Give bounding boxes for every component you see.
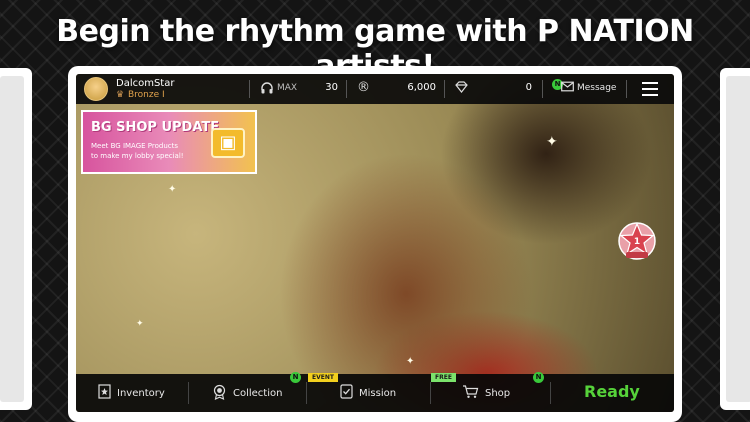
game-lobby-screen: ✦ ✦ ✦ ✦ DalcomStar ♛ Bronze I MAX 30 ® 6… — [76, 74, 674, 412]
collection-button[interactable]: Collection — [212, 374, 282, 412]
svg-text:1: 1 — [634, 237, 640, 247]
collection-icon — [212, 384, 227, 403]
avatar[interactable] — [84, 77, 108, 101]
left-preview-card — [0, 68, 32, 410]
r-coin-value: 6,000 — [407, 82, 436, 93]
mail-icon[interactable] — [561, 81, 574, 95]
message-button[interactable]: Message — [577, 83, 616, 93]
profile-frame-icon: ▣ — [211, 128, 245, 158]
banner-title: BG SHOP UPDATE — [91, 120, 220, 135]
bottom-nav-bar: Inventory Collection N EVENT Mission FRE… — [76, 372, 674, 412]
diamond-icon — [455, 81, 468, 96]
mission-button[interactable]: Mission — [340, 374, 396, 412]
new-badge: N — [533, 372, 544, 383]
free-tag: FREE — [431, 373, 456, 382]
sparkle-icon: ✦ — [168, 184, 177, 195]
inventory-label: Inventory — [117, 387, 165, 399]
r-coin-icon: ® — [357, 80, 370, 95]
ready-button[interactable]: Ready — [584, 382, 640, 401]
mission-label: Mission — [359, 387, 397, 399]
player-name: DalcomStar — [116, 78, 175, 89]
mission-icon — [340, 384, 353, 402]
menu-icon[interactable] — [642, 82, 658, 96]
headphones-icon — [260, 81, 274, 98]
top-status-bar: DalcomStar ♛ Bronze I MAX 30 ® 6,000 0 N… — [76, 74, 674, 104]
new-badge: N — [290, 372, 301, 383]
inventory-button[interactable]: Inventory — [98, 374, 165, 412]
rank-label: Bronze I — [128, 90, 165, 100]
right-preview-card — [720, 68, 750, 410]
sparkle-icon: ✦ — [136, 319, 144, 329]
banner-line-2: to make my lobby special! — [91, 152, 184, 160]
star-ranking-icon[interactable]: 1 — [612, 214, 662, 264]
shop-button[interactable]: Shop — [462, 374, 510, 412]
event-tag: EVENT — [308, 373, 338, 382]
sparkle-icon: ✦ — [546, 134, 558, 150]
diamond-value: 0 — [525, 82, 532, 93]
shop-label: Shop — [485, 387, 511, 399]
collection-label: Collection — [233, 387, 283, 399]
banner-line-1: Meet BG IMAGE Products — [91, 142, 179, 150]
rank-icon: ♛ — [116, 90, 125, 100]
cart-icon — [462, 384, 479, 402]
bg-shop-banner[interactable]: BG SHOP UPDATE Meet BG IMAGE Products to… — [81, 110, 257, 174]
energy-value: 30 — [325, 82, 338, 93]
inventory-icon — [98, 384, 111, 402]
energy-label: MAX — [277, 83, 298, 93]
sparkle-icon: ✦ — [406, 356, 415, 367]
